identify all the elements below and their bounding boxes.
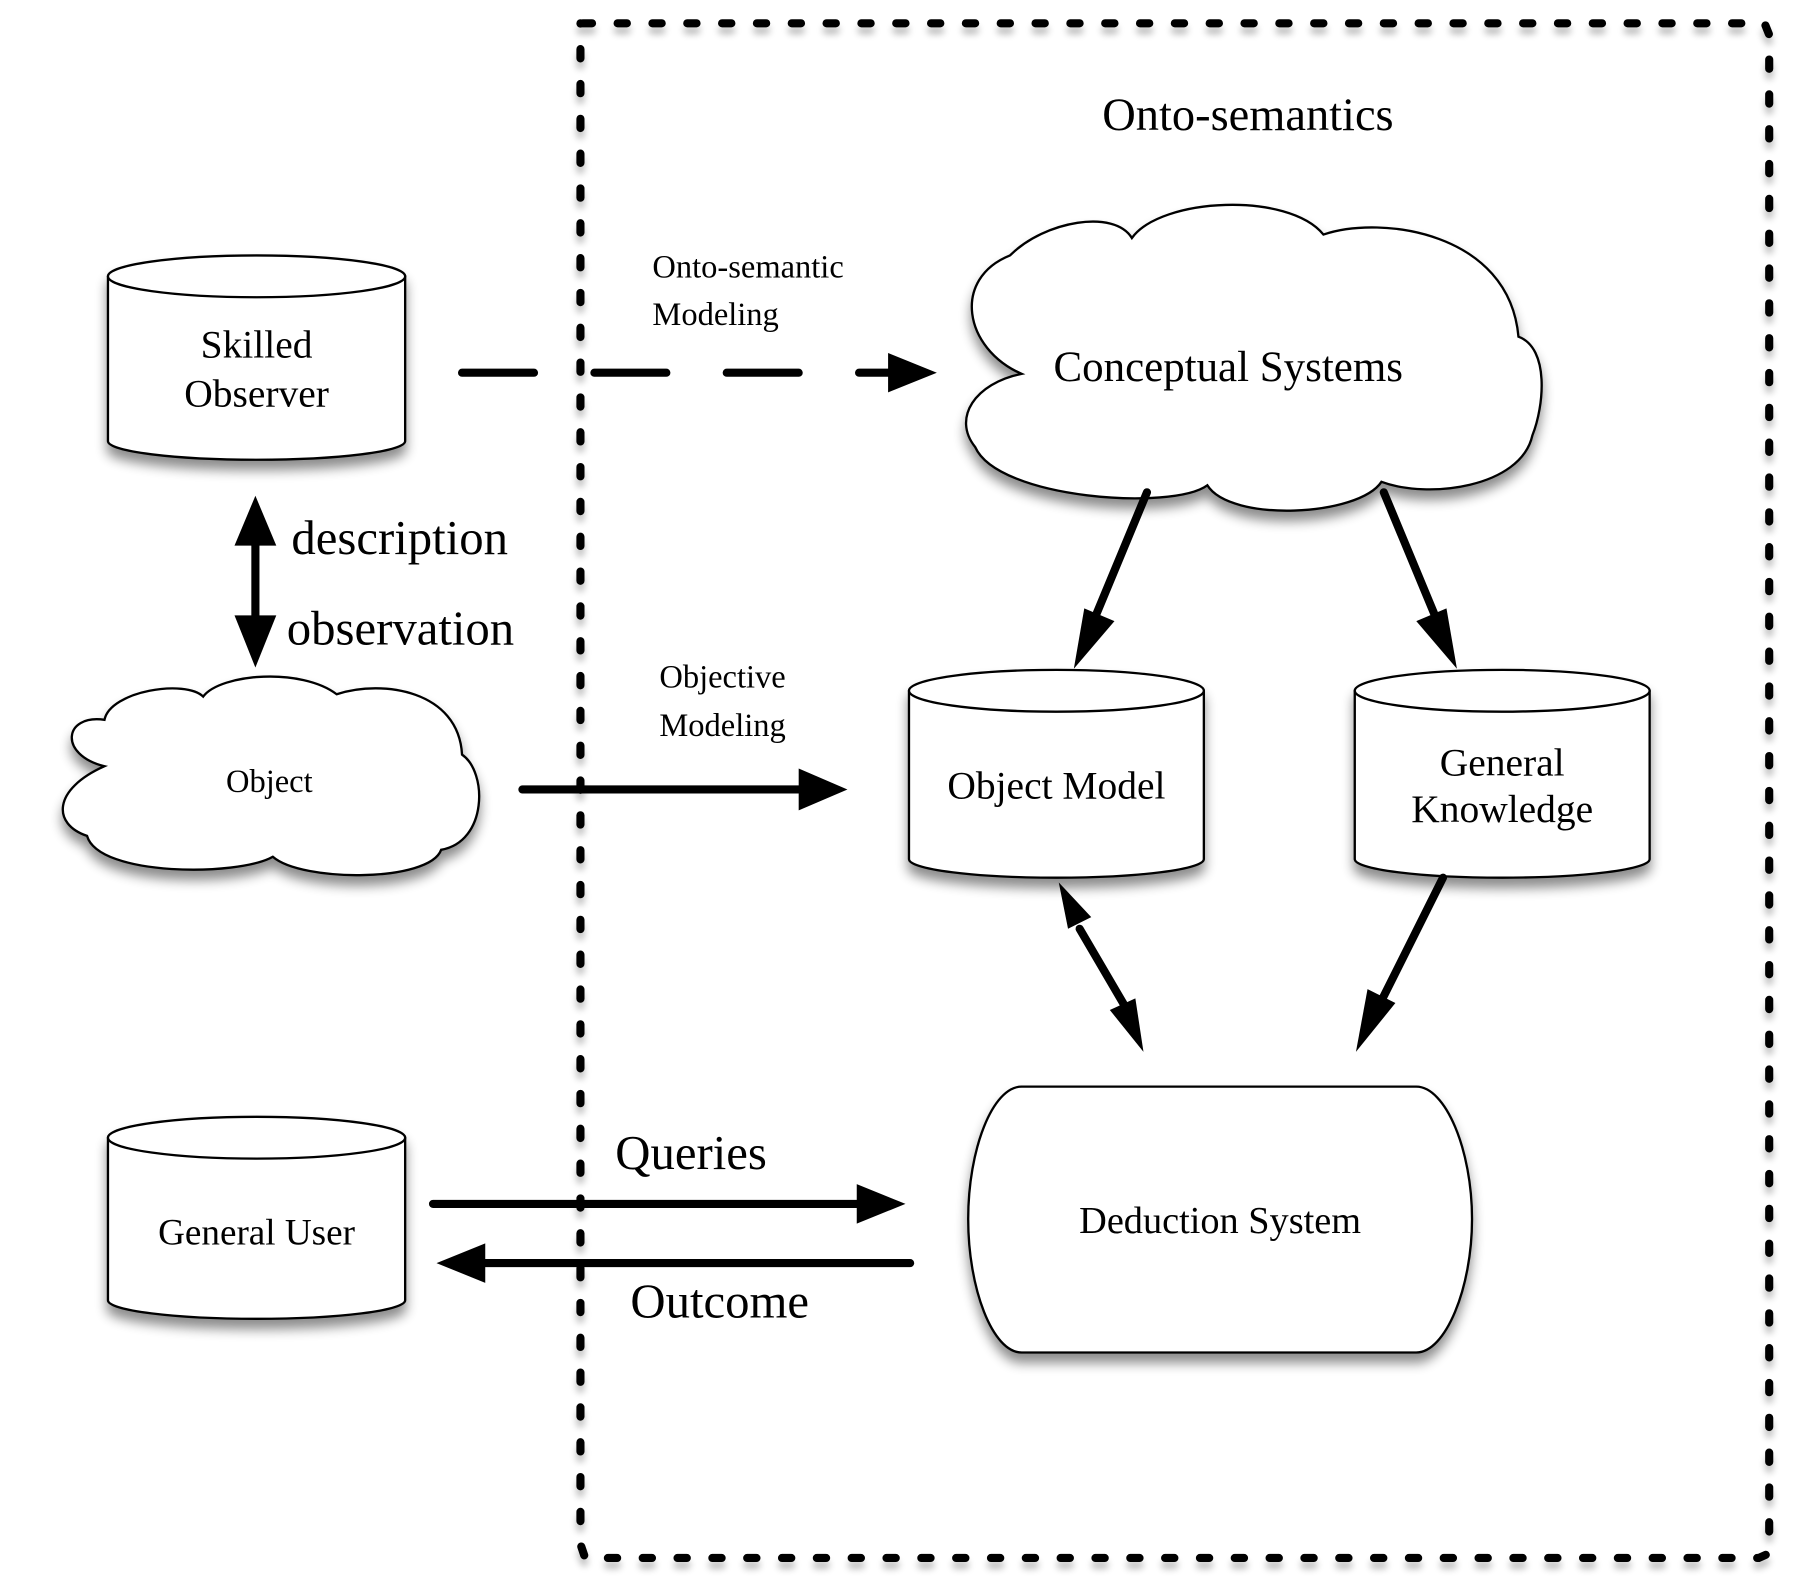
edge-cs-to-general-knowledge	[1379, 488, 1457, 669]
onto-semantics-diagram: Onto-semantics Skilled Observer Object G…	[61, 19, 1774, 1563]
edge-objective-modeling	[518, 768, 848, 811]
objective-modeling-label-1: Objective	[659, 659, 785, 695]
general-user-label: General User	[158, 1213, 356, 1254]
general-knowledge-label-2: Knowledge	[1411, 787, 1593, 831]
queries-label: Queries	[615, 1126, 767, 1180]
general-knowledge-label-1: General	[1440, 741, 1565, 785]
objective-modeling-label-2: Modeling	[659, 708, 785, 744]
description-label: description	[291, 511, 508, 565]
edge-cs-to-object-model	[1073, 488, 1152, 669]
edge-queries	[428, 1184, 906, 1224]
skilled-observer-label-2: Observer	[184, 371, 329, 415]
edge-onto-semantic-modeling	[457, 352, 937, 393]
outcome-label: Outcome	[630, 1275, 809, 1329]
observation-label: observation	[287, 601, 514, 655]
edge-knowledge-to-deduction	[1355, 873, 1448, 1052]
onto-semantic-modeling-label-2: Modeling	[652, 297, 778, 333]
edge-object-model-deduction	[1058, 882, 1144, 1052]
object-label: Object	[226, 764, 313, 800]
object-model-label: Object Model	[947, 764, 1165, 808]
skilled-observer-label-1: Skilled	[201, 323, 313, 367]
onto-semantic-modeling-label-1: Onto-semantic	[652, 249, 843, 285]
conceptual-systems-label: Conceptual Systems	[1054, 344, 1403, 391]
deduction-system-label: Deduction System	[1079, 1200, 1361, 1242]
edge-description-observation	[234, 495, 277, 668]
boundary-title: Onto-semantics	[1102, 90, 1393, 141]
